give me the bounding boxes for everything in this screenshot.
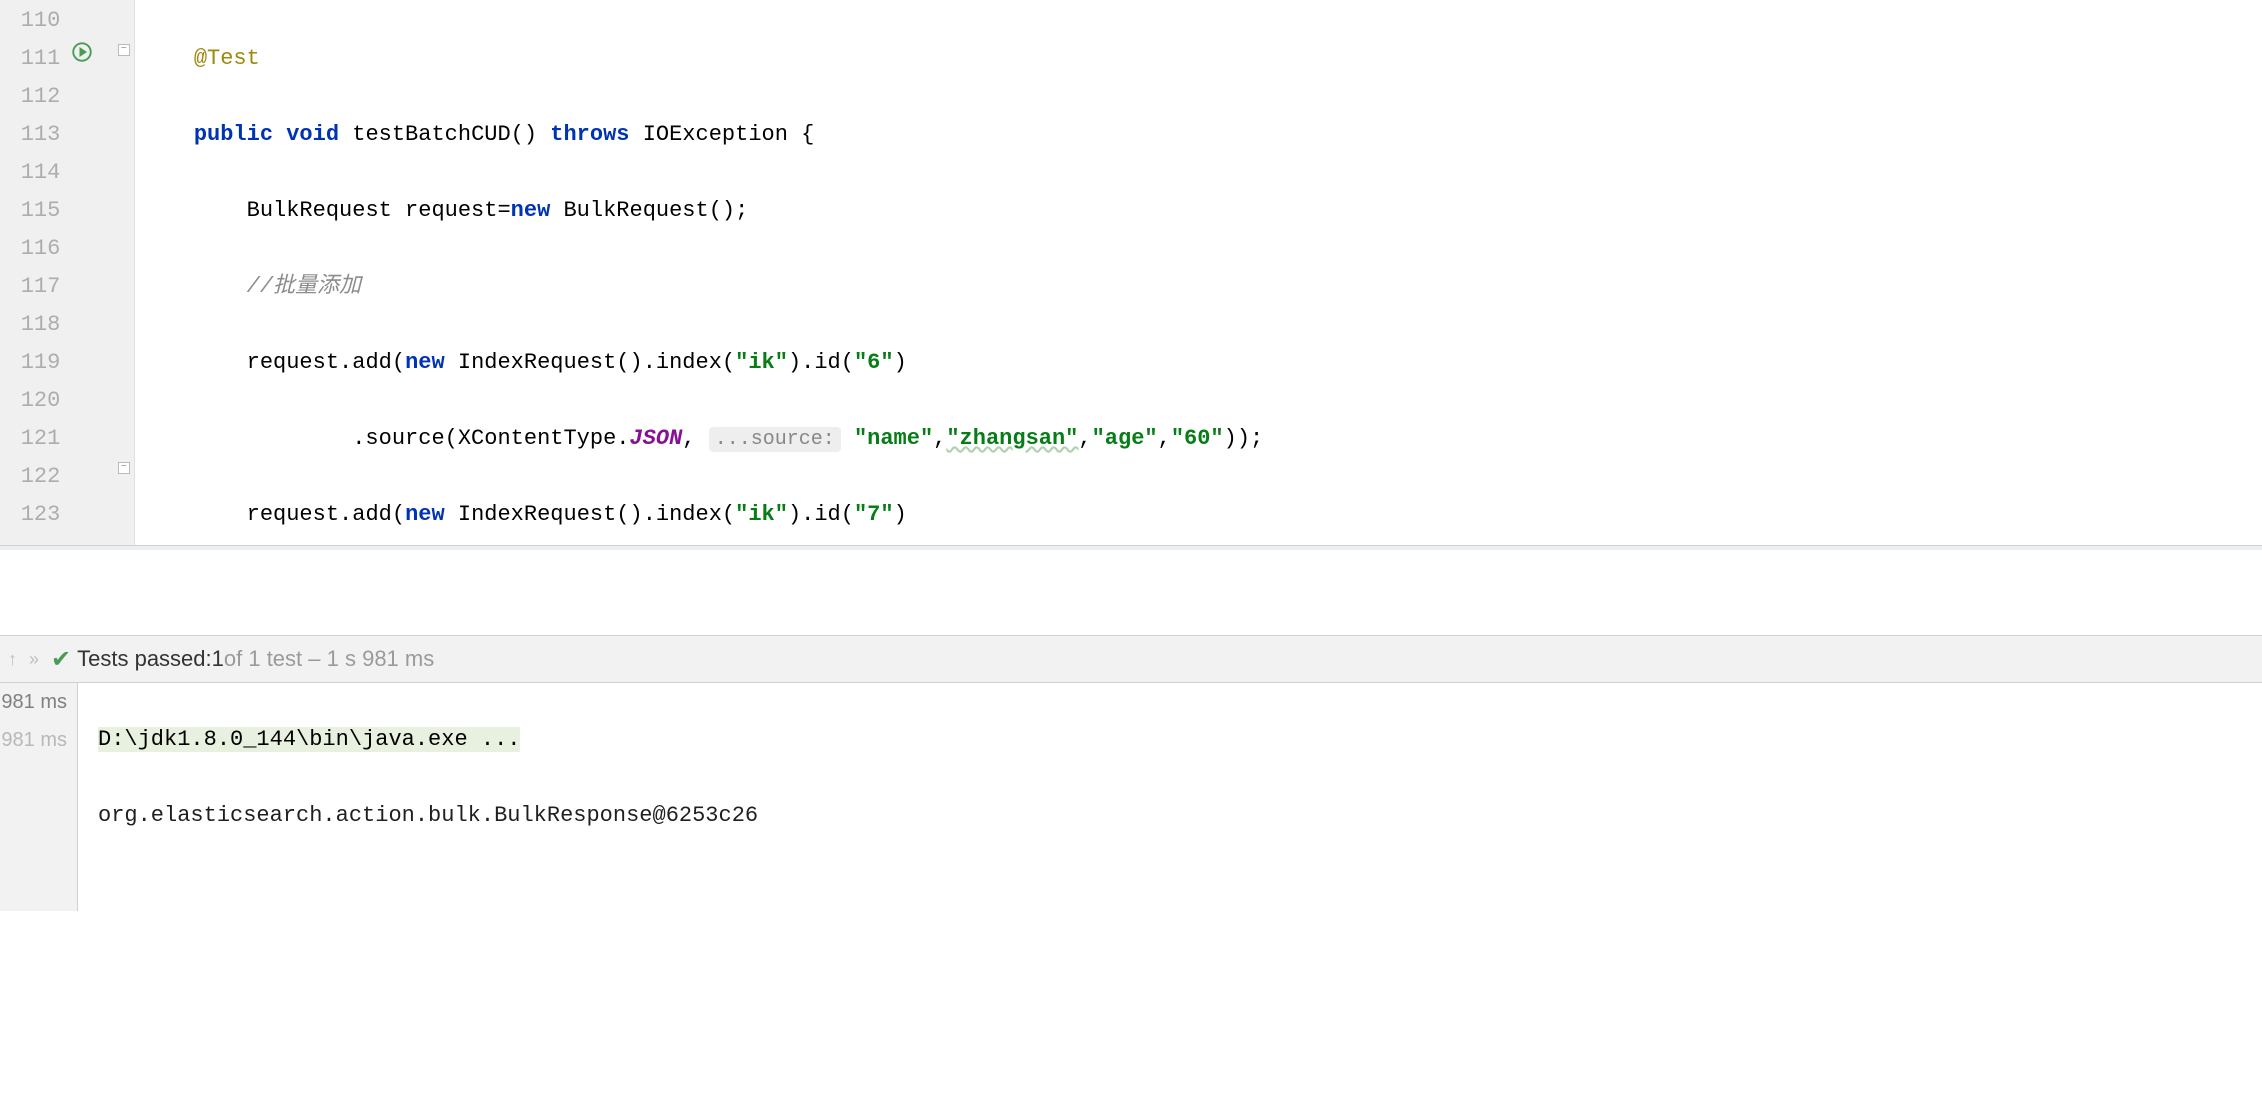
code-text — [841, 426, 854, 451]
line-number: 116 — [0, 230, 60, 268]
history-expand-icon[interactable]: » — [29, 649, 39, 670]
line-number: 110 — [0, 2, 60, 40]
line-number: 117 — [0, 268, 60, 306]
code-text: request.add( — [247, 502, 405, 527]
code-text: .source(XContentType. — [352, 426, 629, 451]
keyword: void — [286, 122, 339, 147]
tests-passed-count: 1 — [212, 646, 224, 672]
console-output-panel[interactable]: 981 ms 981 ms D:\jdk1.8.0_144\bin\java.e… — [0, 683, 2262, 911]
constant: JSON — [629, 426, 682, 451]
keyword: new — [405, 350, 445, 375]
tests-passed-label: Tests passed: — [77, 646, 212, 672]
tool-window-strip — [0, 550, 2262, 635]
string-literal: "6" — [854, 350, 894, 375]
string-literal: "60" — [1171, 426, 1224, 451]
test-duration: 981 ms — [0, 683, 67, 721]
string-literal: "ik" — [735, 350, 788, 375]
fold-toggle-icon[interactable]: − — [118, 44, 130, 56]
line-number: 123 — [0, 496, 60, 534]
line-numbers: 110 111 112 113 114 115 116 117 118 119 … — [0, 0, 68, 545]
code-text: , — [1078, 426, 1091, 451]
annotation: @Test — [194, 46, 260, 71]
editor-gutter: 110 111 112 113 114 115 116 117 118 119 … — [0, 0, 135, 545]
code-text: IOException { — [630, 122, 815, 147]
method-name: testBatchCUD() — [339, 122, 550, 147]
line-number: 112 — [0, 78, 60, 116]
code-editor[interactable]: 110 111 112 113 114 115 116 117 118 119 … — [0, 0, 2262, 545]
gutter-icon-column — [68, 0, 118, 545]
code-text: ).id( — [788, 502, 854, 527]
string-literal: "name" — [854, 426, 933, 451]
run-test-icon[interactable] — [72, 42, 92, 62]
test-results-bar: ↑ » ✔ Tests passed: 1 of 1 test – 1 s 98… — [0, 635, 2262, 683]
keyword: throws — [550, 122, 629, 147]
code-text: )); — [1224, 426, 1264, 451]
code-text: request.add( — [247, 350, 405, 375]
history-up-icon[interactable]: ↑ — [8, 649, 17, 670]
console-command: D:\jdk1.8.0_144\bin\java.exe ... — [98, 727, 520, 752]
code-text: BulkRequest request= — [247, 198, 511, 223]
line-number: 118 — [0, 306, 60, 344]
fold-toggle-icon[interactable]: − — [118, 462, 130, 474]
line-number: 111 — [0, 40, 60, 78]
code-text: , — [933, 426, 946, 451]
test-duration-column: 981 ms 981 ms — [0, 683, 78, 911]
code-text: IndexRequest().index( — [445, 350, 735, 375]
test-duration: 981 ms — [0, 721, 67, 759]
keyword: new — [405, 502, 445, 527]
keyword: public — [194, 122, 273, 147]
code-text: IndexRequest().index( — [445, 502, 735, 527]
line-number: 122 — [0, 458, 60, 496]
parameter-hint: ...source: — [709, 427, 841, 452]
console-line: org.elasticsearch.action.bulk.BulkRespon… — [98, 797, 2262, 835]
string-literal: "7" — [854, 502, 894, 527]
string-literal: "ik" — [735, 502, 788, 527]
console-text[interactable]: D:\jdk1.8.0_144\bin\java.exe ... org.ela… — [78, 683, 2262, 911]
code-text: ) — [894, 502, 907, 527]
keyword: new — [511, 198, 551, 223]
string-literal: "zhangsan" — [946, 426, 1078, 451]
line-number: 119 — [0, 344, 60, 382]
line-number: 113 — [0, 116, 60, 154]
code-text: BulkRequest(); — [550, 198, 748, 223]
line-number: 115 — [0, 192, 60, 230]
line-number: 120 — [0, 382, 60, 420]
code-content[interactable]: @Test public void testBatchCUD() throws … — [135, 0, 2262, 545]
code-text: , — [1158, 426, 1171, 451]
string-literal: "age" — [1092, 426, 1158, 451]
code-text: ).id( — [788, 350, 854, 375]
code-text: ) — [894, 350, 907, 375]
code-text: , — [682, 426, 708, 451]
comment: //批量添加 — [247, 274, 361, 299]
line-number: 114 — [0, 154, 60, 192]
line-number: 121 — [0, 420, 60, 458]
tests-total-label: of 1 test – 1 s 981 ms — [224, 646, 434, 672]
check-icon: ✔ — [51, 645, 71, 674]
fold-column: − − — [118, 0, 134, 545]
